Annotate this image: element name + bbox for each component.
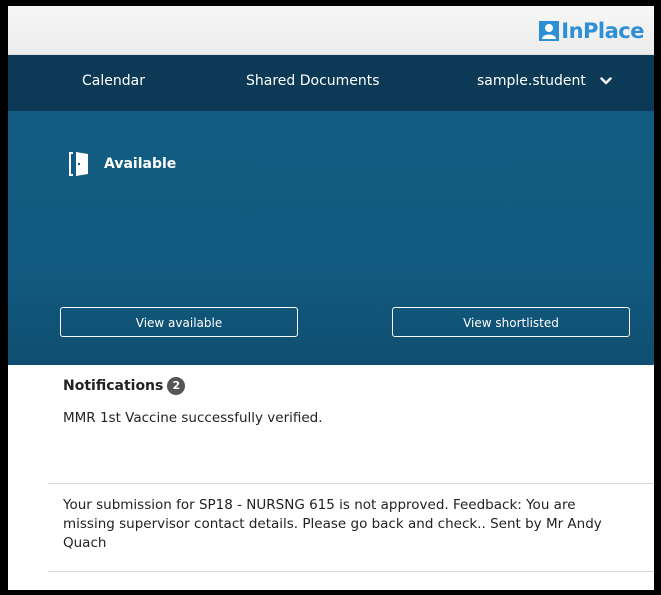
user-menu[interactable]: sample.student bbox=[477, 73, 612, 89]
notification-item[interactable]: Your submission for SP18 - NURSNG 615 is… bbox=[63, 496, 623, 553]
notification-item[interactable]: MMR 1st Vaccine successfully verified. bbox=[63, 409, 623, 428]
main-nav: Calendar Shared Documents sample.student bbox=[8, 55, 654, 111]
nav-calendar[interactable]: Calendar bbox=[82, 73, 145, 89]
person-logo-icon bbox=[539, 21, 560, 41]
user-name: sample.student bbox=[477, 73, 586, 89]
notification-count-badge: 2 bbox=[167, 377, 186, 395]
available-panel: Available View available View shortliste… bbox=[8, 111, 654, 365]
nav-shared-documents[interactable]: Shared Documents bbox=[246, 73, 380, 89]
view-shortlisted-button[interactable]: View shortlisted bbox=[392, 307, 630, 337]
inplace-logo[interactable]: InPlace bbox=[539, 18, 644, 44]
divider bbox=[48, 571, 654, 572]
notifications-section: Notifications 2 MMR 1st Vaccine successf… bbox=[8, 365, 654, 590]
notifications-header: Notifications 2 bbox=[63, 377, 186, 395]
app-window: InPlace Calendar Shared Documents sample… bbox=[8, 6, 654, 590]
logo-text: InPlace bbox=[561, 19, 644, 43]
chevron-down-icon bbox=[600, 77, 612, 85]
panel-title: Available bbox=[68, 151, 176, 177]
panel-title-text: Available bbox=[104, 156, 177, 172]
view-available-button[interactable]: View available bbox=[60, 307, 298, 337]
divider bbox=[48, 483, 654, 484]
notifications-title: Notifications bbox=[63, 378, 164, 394]
door-open-icon bbox=[69, 152, 88, 176]
top-bar: InPlace bbox=[8, 6, 654, 55]
